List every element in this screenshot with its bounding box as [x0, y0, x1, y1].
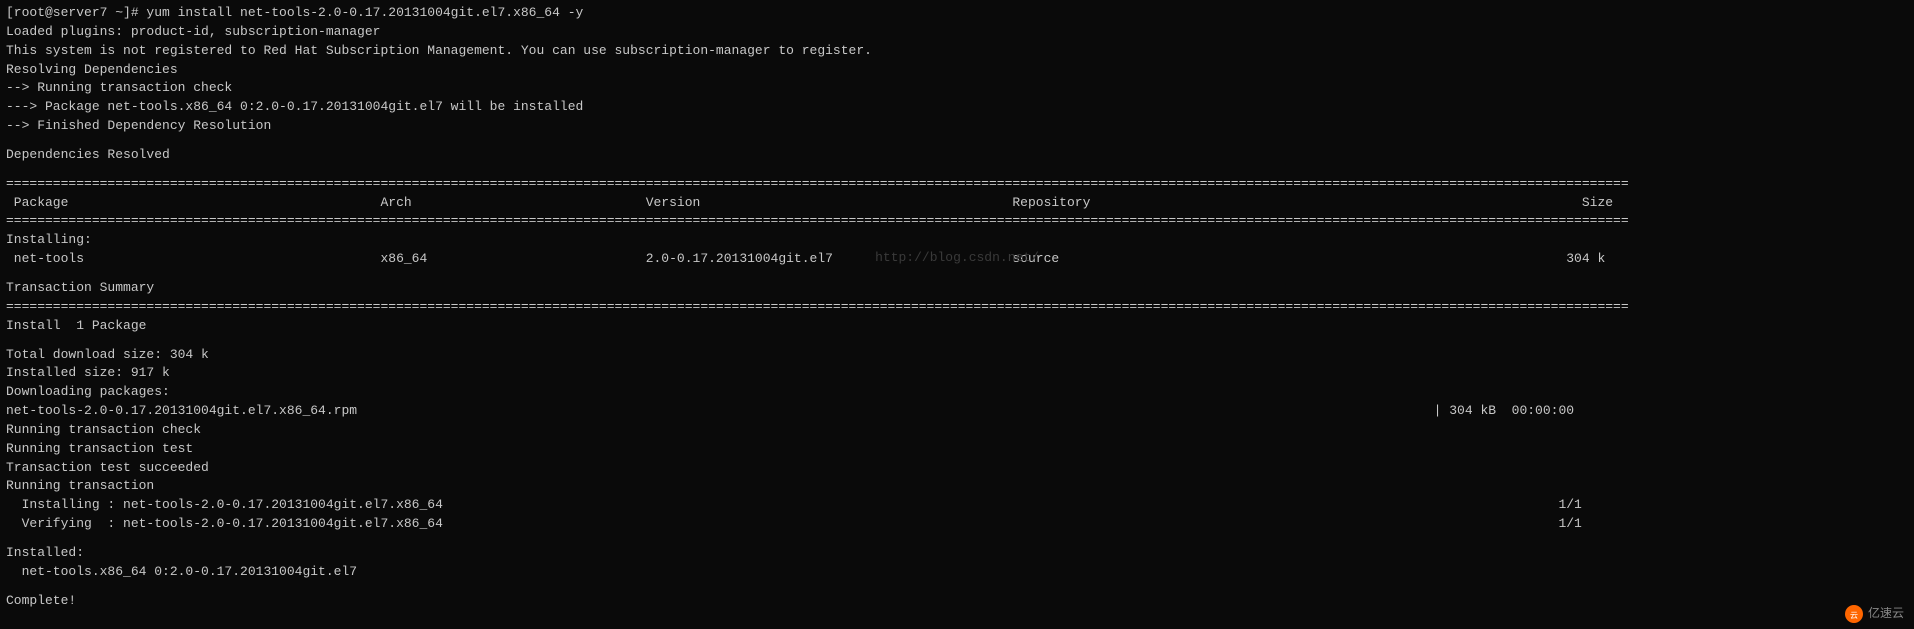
logo-icon: 云	[1845, 605, 1863, 623]
terminal-line: Complete!	[6, 592, 1908, 611]
terminal-line	[6, 136, 1908, 146]
terminal-line	[6, 269, 1908, 279]
terminal-output: [root@server7 ~]# yum install net-tools-…	[6, 4, 1908, 610]
terminal-line: Downloading packages:	[6, 383, 1908, 402]
bottom-logo: 云 亿速云	[1845, 604, 1904, 623]
terminal-line: ---> Package net-tools.x86_64 0:2.0-0.17…	[6, 98, 1908, 117]
terminal-line	[6, 534, 1908, 544]
terminal-line: Transaction test succeeded	[6, 459, 1908, 478]
terminal-line: Total download size: 304 k	[6, 346, 1908, 365]
terminal-line: Running transaction check	[6, 421, 1908, 440]
terminal-line: Install 1 Package	[6, 317, 1908, 336]
terminal-line: Installed:	[6, 544, 1908, 563]
terminal-line: Resolving Dependencies	[6, 61, 1908, 80]
terminal-window: [root@server7 ~]# yum install net-tools-…	[0, 0, 1914, 629]
terminal-line: Verifying : net-tools-2.0-0.17.20131004g…	[6, 515, 1908, 534]
terminal-line: Running transaction test	[6, 440, 1908, 459]
terminal-line: Installing:	[6, 231, 1908, 250]
terminal-line	[6, 582, 1908, 592]
terminal-line: ========================================…	[6, 298, 1908, 317]
terminal-line: [root@server7 ~]# yum install net-tools-…	[6, 4, 1908, 23]
terminal-line: net-tools x86_64 2.0-0.17.20131004git.el…	[6, 250, 1908, 269]
terminal-line: --> Finished Dependency Resolution	[6, 117, 1908, 136]
terminal-line: Loaded plugins: product-id, subscription…	[6, 23, 1908, 42]
terminal-line: Package Arch Version Repository	[6, 194, 1908, 213]
terminal-line: Installed size: 917 k	[6, 364, 1908, 383]
logo-text: 亿速云	[1868, 606, 1904, 620]
svg-text:云: 云	[1850, 611, 1858, 620]
terminal-line: ========================================…	[6, 175, 1908, 194]
terminal-line: net-tools.x86_64 0:2.0-0.17.20131004git.…	[6, 563, 1908, 582]
terminal-line	[6, 165, 1908, 175]
terminal-line: net-tools-2.0-0.17.20131004git.el7.x86_6…	[6, 402, 1908, 421]
terminal-line: This system is not registered to Red Hat…	[6, 42, 1908, 61]
terminal-line: Dependencies Resolved	[6, 146, 1908, 165]
terminal-line: Running transaction	[6, 477, 1908, 496]
terminal-line	[6, 336, 1908, 346]
terminal-line: Transaction Summary	[6, 279, 1908, 298]
terminal-line: ========================================…	[6, 212, 1908, 231]
terminal-line: --> Running transaction check	[6, 79, 1908, 98]
terminal-line: Installing : net-tools-2.0-0.17.20131004…	[6, 496, 1908, 515]
